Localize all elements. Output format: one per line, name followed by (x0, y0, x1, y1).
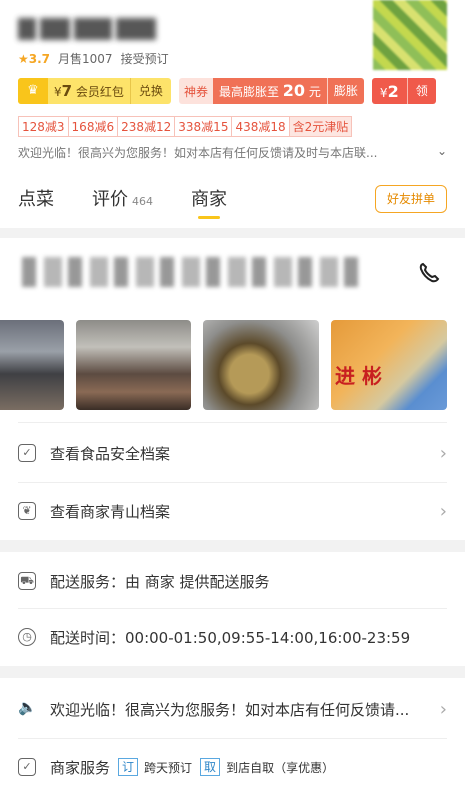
exchange-button[interactable]: 兑换 (129, 78, 171, 104)
address-row[interactable] (0, 245, 465, 301)
scooter-icon: ⛟ (18, 572, 36, 590)
shop-photo[interactable] (0, 320, 64, 410)
section-divider (0, 666, 465, 678)
shop-header: ★3.7 月售1007 接受预订 ♛ ¥7 会员红包 兑换 神券 最高膨胀至 2… (0, 0, 465, 175)
discount-tag: 168减6 (67, 116, 119, 137)
discount-tag: 128减3 (18, 116, 69, 137)
chevron-right-icon: › (439, 442, 447, 464)
clock-icon: ◷ (18, 628, 36, 646)
section-divider (0, 228, 465, 238)
crown-icon: ♛ (18, 78, 48, 104)
leaf-icon: ❦ (18, 502, 36, 520)
rating: ★3.7 (18, 51, 51, 66)
photo-gallery[interactable]: 进 彬 (0, 318, 465, 412)
discount-tag: 338减15 (174, 116, 233, 137)
qingshan-row[interactable]: ❦ 查看商家青山档案 › (0, 482, 465, 540)
shop-meta: ★3.7 月售1007 接受预订 (18, 50, 169, 67)
chevron-right-icon: › (439, 698, 447, 720)
subsidy-tag: 含2元津贴 (288, 116, 353, 137)
chevron-down-icon[interactable]: ⌄ (437, 144, 447, 158)
shop-name-redacted (18, 14, 188, 44)
shield-icon: ✓ (18, 444, 36, 462)
discount-list[interactable]: 128减3 168减6 238减12 338减15 438减18 含2元津贴 (18, 116, 353, 137)
speaker-icon: 🔈 (18, 698, 37, 716)
shop-photo[interactable] (76, 320, 191, 410)
address-redacted (22, 257, 362, 287)
check-box-icon: ✓ (18, 758, 36, 776)
divider (18, 422, 447, 423)
coupon-row: ♛ ¥7 会员红包 兑换 神券 最高膨胀至 20 元 膨胀 ¥2 领 (18, 78, 436, 104)
merchant-service-row: ✓ 商家服务 订 跨天预订 取 到店自取（享优惠） (0, 738, 465, 796)
shop-photo[interactable] (203, 320, 319, 410)
phone-icon[interactable] (417, 261, 441, 285)
shop-photo[interactable]: 进 彬 (331, 320, 447, 410)
red-packet-coupon[interactable]: ¥2 领 (371, 78, 436, 104)
tab-merchant[interactable]: 商家 (191, 175, 227, 225)
group-order-button[interactable]: 好友拼单 (375, 185, 447, 213)
delivery-service-row: ⛟ 配送服务：由 商家 提供配送服务 (0, 552, 465, 610)
star-icon: ★ (18, 51, 29, 66)
notice-row[interactable]: 🔈 欢迎光临！很高兴为您服务！如对本店有任何反馈请... › (0, 680, 465, 738)
service-tag: 订 (118, 758, 139, 776)
shop-notice[interactable]: 欢迎光临！很高兴为您服务！如对本店有任何反馈请及时与本店联... (18, 144, 443, 161)
tab-order[interactable]: 点菜 (18, 175, 54, 225)
shenquan-coupon[interactable]: 神券 最高膨胀至 20 元 膨胀 (178, 78, 364, 104)
tab-reviews[interactable]: 评价 464 (92, 175, 153, 225)
discount-tag: 438减18 (231, 116, 290, 137)
monthly-sales: 月售1007 (58, 52, 113, 66)
claim-button[interactable]: 领 (406, 78, 436, 104)
food-safety-row[interactable]: ✓ 查看食品安全档案 › (0, 424, 465, 482)
chevron-right-icon: › (439, 500, 447, 522)
discount-tag: 238减12 (117, 116, 176, 137)
vip-coupon[interactable]: ♛ ¥7 会员红包 兑换 (18, 78, 171, 104)
reservation-label: 接受预订 (120, 52, 169, 66)
inflate-button[interactable]: 膨胀 (326, 78, 364, 104)
section-divider (0, 540, 465, 552)
delivery-time-row: ◷ 配送时间：00:00-01:50,09:55-14:00,16:00-23:… (0, 608, 465, 666)
service-tag: 取 (200, 758, 221, 776)
shop-logo[interactable] (373, 0, 447, 70)
